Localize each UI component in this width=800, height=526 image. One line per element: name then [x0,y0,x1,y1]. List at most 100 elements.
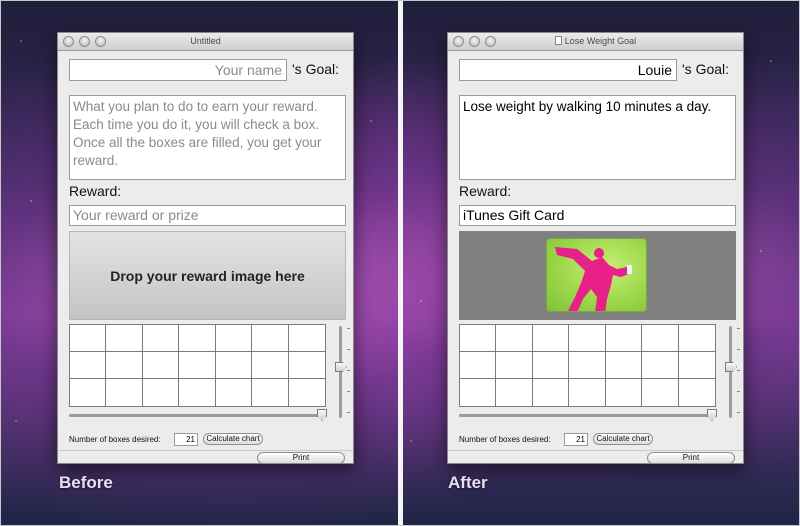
before-window: Untitled Your name 's Goal: What you pla… [57,32,354,464]
chart-box[interactable] [460,325,497,352]
chart-box[interactable] [606,379,643,406]
slider-tick [737,370,740,371]
chart-box[interactable] [460,379,497,406]
rows-slider[interactable] [335,326,351,418]
slider-thumb[interactable] [725,362,737,372]
calculate-chart-button[interactable]: Calculate chart [593,433,653,445]
slider-tick [347,328,350,329]
reward-image-drop-zone[interactable] [459,231,736,320]
chart-box[interactable] [252,352,289,379]
chart-box[interactable] [532,325,570,352]
name-input[interactable]: Your name [69,59,287,81]
goal-label: 's Goal: [292,61,340,77]
chart-box[interactable] [142,325,180,352]
chart-box[interactable] [569,379,606,406]
chart-box[interactable] [216,379,253,406]
slider-thumb[interactable] [335,362,347,372]
print-button[interactable]: Print [647,452,735,464]
chart-box[interactable] [106,352,143,379]
chart-box[interactable] [70,325,107,352]
boxes-label: Number of boxes desired: [459,435,551,444]
window-titlebar[interactable]: Lose Weight Goal [448,33,743,51]
name-input[interactable]: Louie [459,59,677,81]
rows-slider[interactable] [725,326,741,418]
chart-box[interactable] [496,325,533,352]
chart-box[interactable] [252,379,289,406]
reward-input[interactable]: Your reward or prize [69,205,346,226]
chart-box[interactable] [179,325,216,352]
slider-tick [737,328,740,329]
chart-box[interactable] [288,352,325,379]
panel-divider [398,1,403,525]
slider-tick [737,391,740,392]
calculate-chart-button[interactable]: Calculate chart [203,433,263,445]
chart-box[interactable] [496,352,533,379]
reward-image-drop-zone[interactable]: Drop your reward image here [69,231,346,320]
chart-box[interactable] [288,325,325,352]
chart-box[interactable] [460,352,497,379]
columns-slider[interactable] [459,409,717,425]
footer-separator [58,450,353,451]
window-title: Lose Weight Goal [564,36,637,46]
print-button[interactable]: Print [257,452,345,464]
chart-box[interactable] [605,325,643,352]
window-titlebar[interactable]: Untitled [58,33,353,51]
slider-track [339,326,342,418]
chart-box[interactable] [532,352,570,379]
chart-box[interactable] [179,379,216,406]
slider-thumb[interactable] [707,409,717,421]
checkbox-chart [69,324,326,407]
chart-box[interactable] [678,352,715,379]
columns-slider[interactable] [69,409,327,425]
chart-box[interactable] [252,325,289,352]
window-title: Untitled [190,36,221,46]
checkbox-chart [459,324,716,407]
boxes-input[interactable]: 21 [174,433,198,446]
slider-tick [347,349,350,350]
chart-box[interactable] [70,352,107,379]
chart-box[interactable] [143,379,180,406]
chart-box[interactable] [179,352,216,379]
chart-box[interactable] [533,379,570,406]
goal-description-input[interactable]: Lose weight by walking 10 minutes a day. [459,95,736,180]
slider-tick [737,349,740,350]
reward-label: Reward: [459,183,512,199]
after-window: Lose Weight Goal Louie 's Goal: Lose wei… [447,32,744,464]
after-caption: After [448,473,488,492]
chart-box[interactable] [106,325,143,352]
goal-description-input[interactable]: What you plan to do to earn your reward.… [69,95,346,180]
chart-box[interactable] [569,325,606,352]
chart-box[interactable] [215,352,253,379]
chart-box[interactable] [679,379,715,406]
chart-box[interactable] [642,379,679,406]
itunes-gift-card-icon [546,238,647,312]
before-caption: Before [59,473,113,492]
slider-tick [737,412,740,413]
goal-label: 's Goal: [682,61,730,77]
boxes-label: Number of boxes desired: [69,435,161,444]
reward-input[interactable]: iTunes Gift Card [459,205,736,226]
comparison-frame: Untitled Your name 's Goal: What you pla… [0,0,800,526]
chart-box[interactable] [642,352,679,379]
slider-thumb[interactable] [317,409,327,421]
slider-track [69,414,327,417]
slider-tick [347,391,350,392]
chart-box[interactable] [142,352,180,379]
document-icon [554,36,562,45]
slider-tick [347,412,350,413]
chart-box[interactable] [496,379,533,406]
window-title-container: Lose Weight Goal [448,36,743,46]
footer-separator [448,450,743,451]
chart-box[interactable] [215,325,253,352]
chart-box[interactable] [106,379,143,406]
chart-box[interactable] [678,325,715,352]
chart-box[interactable] [569,352,606,379]
chart-box[interactable] [642,325,679,352]
slider-track [729,326,732,418]
chart-box[interactable] [605,352,643,379]
chart-box[interactable] [70,379,107,406]
boxes-input[interactable]: 21 [564,433,588,446]
reward-label: Reward: [69,183,122,199]
drop-zone-label: Drop your reward image here [110,267,305,284]
chart-box[interactable] [289,379,325,406]
